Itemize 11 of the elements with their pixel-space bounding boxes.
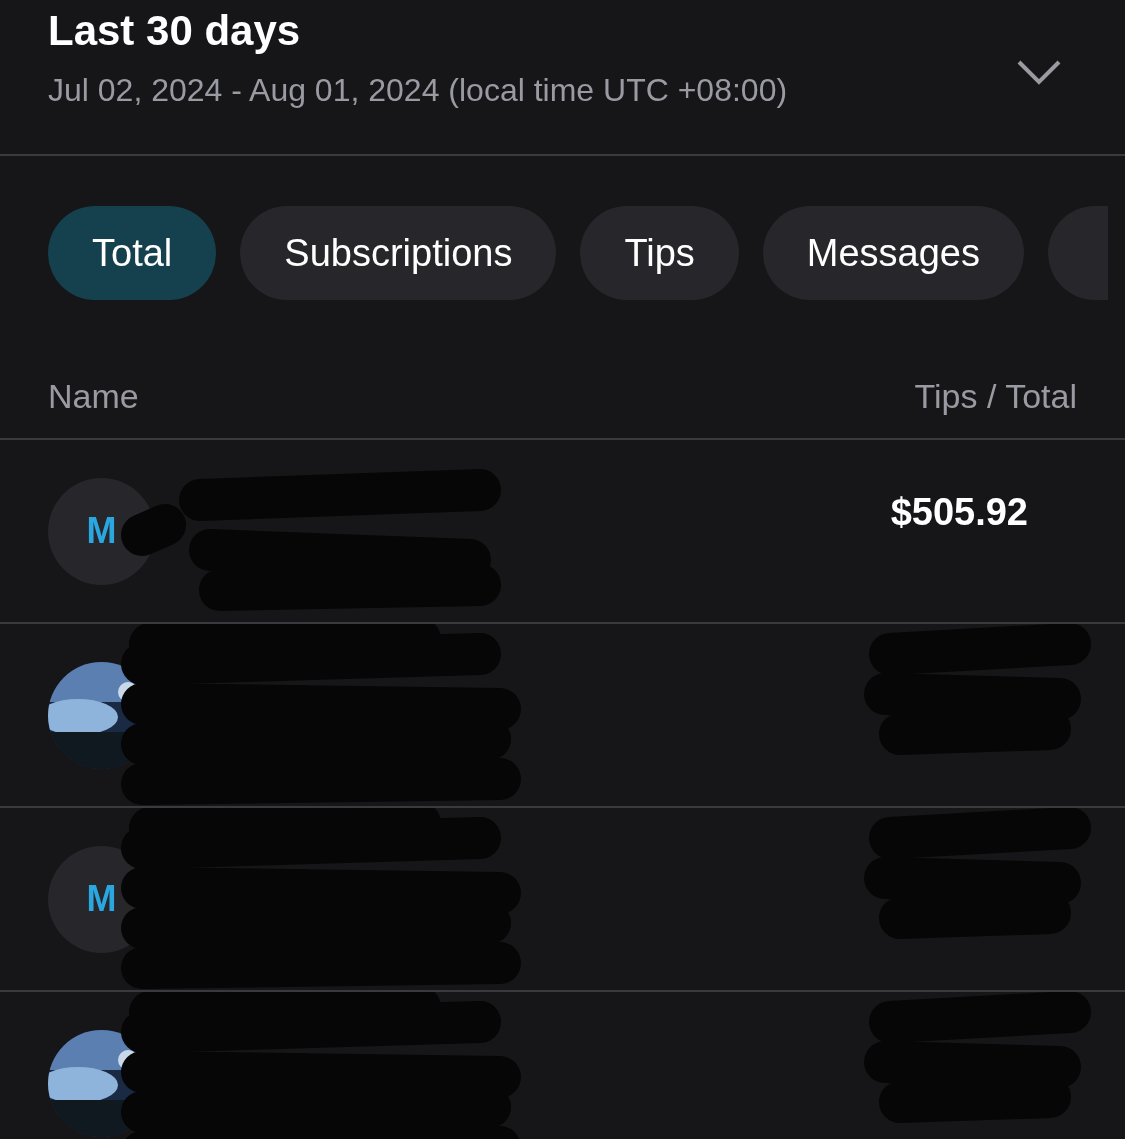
filter-tab[interactable]: Total xyxy=(48,206,217,300)
filter-tab[interactable]: Subscriptions xyxy=(240,206,557,300)
filter-tab[interactable]: Tips xyxy=(580,206,739,300)
filter-tab[interactable]: Messages xyxy=(762,206,1024,300)
column-header: Tips / Total xyxy=(914,375,1077,417)
column-header: Name xyxy=(48,375,139,417)
avatar-initials: M xyxy=(86,509,117,553)
period-title: Last 30 days xyxy=(48,8,302,55)
date-range: Jul 02, 2024 - Aug 01, 2024 (local time UTC +08:00) xyxy=(48,71,788,111)
amount: $505.92 xyxy=(890,490,1028,535)
avatar-initials: M xyxy=(86,877,117,921)
